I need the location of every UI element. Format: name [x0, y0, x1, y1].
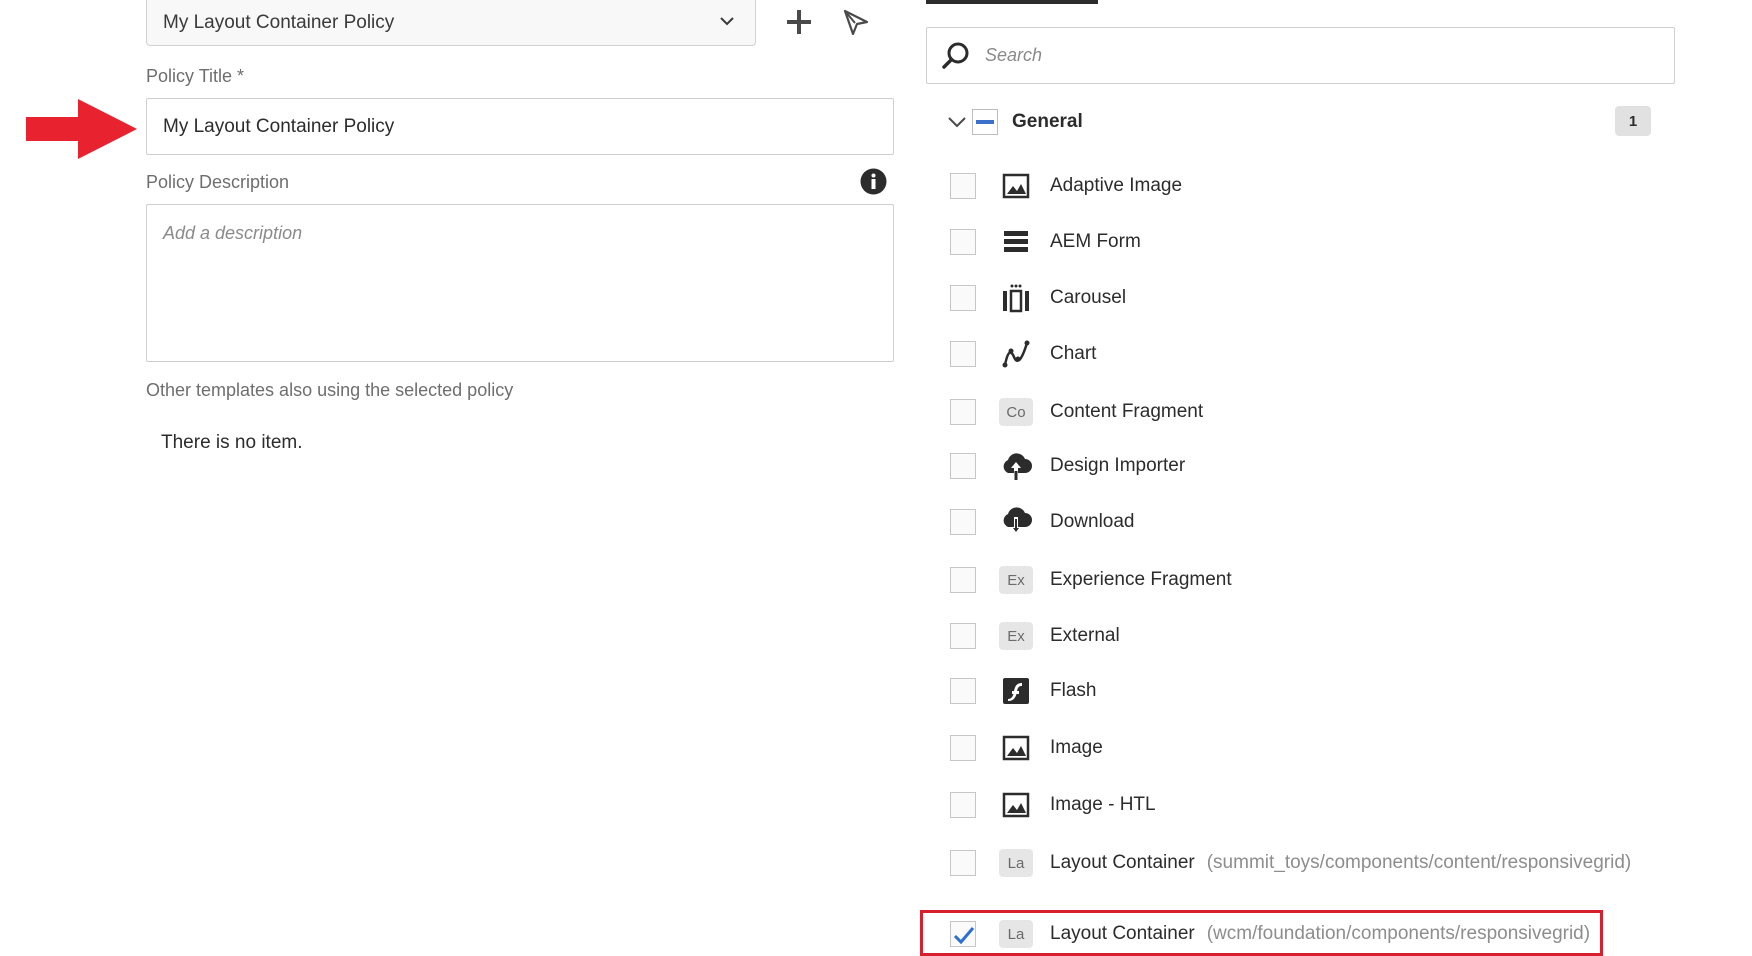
component-path: (summit_toys/components/content/responsi…	[1206, 852, 1632, 873]
annotation-highlight-box	[920, 910, 1603, 956]
policy-title-label: Policy Title *	[146, 66, 245, 86]
count-badge: 1	[1615, 106, 1651, 136]
component-checkbox[interactable]	[950, 341, 976, 367]
select-cursor-icon	[843, 9, 869, 36]
component-label: Design Importer	[1050, 455, 1186, 476]
policy-description-label: Policy Description	[146, 172, 290, 192]
other-templates-label: Other templates also using the selected …	[146, 380, 514, 400]
component-label: Carousel	[1050, 287, 1127, 308]
chevron-down-icon[interactable]	[946, 111, 968, 133]
component-checkbox[interactable]	[950, 792, 976, 818]
policy-description-textarea[interactable]: Add a description	[146, 204, 894, 362]
component-checkbox[interactable]	[950, 285, 976, 311]
component-label: Chart	[1050, 343, 1097, 364]
component-checkbox[interactable]	[950, 850, 976, 876]
component-checkbox[interactable]	[950, 623, 976, 649]
component-row[interactable]: Adaptive Image	[950, 166, 1650, 206]
component-label: Content Fragment	[1050, 401, 1204, 422]
component-label: Adaptive Image	[1050, 175, 1183, 196]
chart-icon	[998, 336, 1034, 372]
component-checkbox[interactable]	[950, 735, 976, 761]
component-label: Image	[1050, 737, 1103, 758]
search-placeholder: Search	[985, 45, 1043, 65]
image-icon	[998, 168, 1034, 204]
policy-title-value: My Layout Container Policy	[163, 115, 395, 137]
component-checkbox[interactable]	[950, 399, 976, 425]
active-tab-indicator	[926, 0, 1098, 4]
info-icon[interactable]	[860, 168, 887, 195]
chevron-down-icon	[720, 17, 734, 26]
flash-icon	[998, 673, 1034, 709]
component-checkbox[interactable]	[950, 678, 976, 704]
upload-cloud-icon	[998, 448, 1034, 484]
component-row[interactable]: Ex External	[950, 616, 1650, 656]
component-checkbox[interactable]	[950, 509, 976, 535]
component-label: External	[1050, 625, 1120, 646]
component-row[interactable]: Chart	[950, 334, 1650, 374]
search-icon	[942, 42, 969, 69]
component-label: AEM Form	[1050, 231, 1141, 252]
carousel-icon	[998, 280, 1034, 316]
experience-fragment-abbr-icon: Ex	[998, 562, 1034, 598]
component-row[interactable]: AEM Form	[950, 222, 1650, 262]
component-checkbox[interactable]	[950, 229, 976, 255]
select-policy-button[interactable]	[838, 4, 874, 40]
component-label: Experience Fragment	[1050, 569, 1232, 590]
annotation-arrow-icon	[26, 99, 137, 159]
image-icon	[998, 787, 1034, 823]
component-row[interactable]: Design Importer	[950, 446, 1650, 486]
component-row[interactable]: Download	[950, 502, 1650, 542]
component-label: Download	[1050, 511, 1135, 532]
policy-description-placeholder: Add a description	[163, 223, 303, 243]
search-input[interactable]: Search	[926, 27, 1675, 84]
component-label: Layout Container	[1050, 852, 1195, 873]
group-select-checkbox[interactable]	[972, 109, 998, 135]
policy-title-input[interactable]: My Layout Container Policy	[146, 98, 894, 155]
add-policy-button[interactable]	[781, 4, 817, 40]
empty-list-message: There is no item.	[161, 432, 303, 453]
component-row[interactable]: Flash	[950, 671, 1650, 711]
add-icon	[787, 10, 811, 34]
component-label: Flash	[1050, 680, 1097, 701]
group-general: General 1	[946, 104, 1651, 140]
component-checkbox[interactable]	[950, 567, 976, 593]
group-title: General	[1012, 111, 1083, 132]
policy-select[interactable]: My Layout Container Policy	[146, 0, 756, 46]
component-row[interactable]: La Layout Container (summit_toys/compone…	[950, 843, 1650, 883]
form-icon	[998, 224, 1034, 260]
component-row[interactable]: Image	[950, 728, 1650, 768]
image-icon	[998, 730, 1034, 766]
layout-container-abbr-icon: La	[998, 845, 1034, 881]
component-row[interactable]: Image - HTL	[950, 785, 1650, 825]
component-row[interactable]: Carousel	[950, 278, 1650, 318]
content-fragment-abbr-icon: Co	[998, 394, 1034, 430]
component-row[interactable]: Co Content Fragment	[950, 392, 1650, 432]
component-checkbox[interactable]	[950, 173, 976, 199]
component-label: Image - HTL	[1050, 794, 1156, 815]
component-checkbox[interactable]	[950, 453, 976, 479]
external-abbr-icon: Ex	[998, 618, 1034, 654]
policy-select-value: My Layout Container Policy	[163, 11, 395, 33]
download-cloud-icon	[998, 504, 1034, 540]
component-row[interactable]: Ex Experience Fragment	[950, 560, 1650, 600]
